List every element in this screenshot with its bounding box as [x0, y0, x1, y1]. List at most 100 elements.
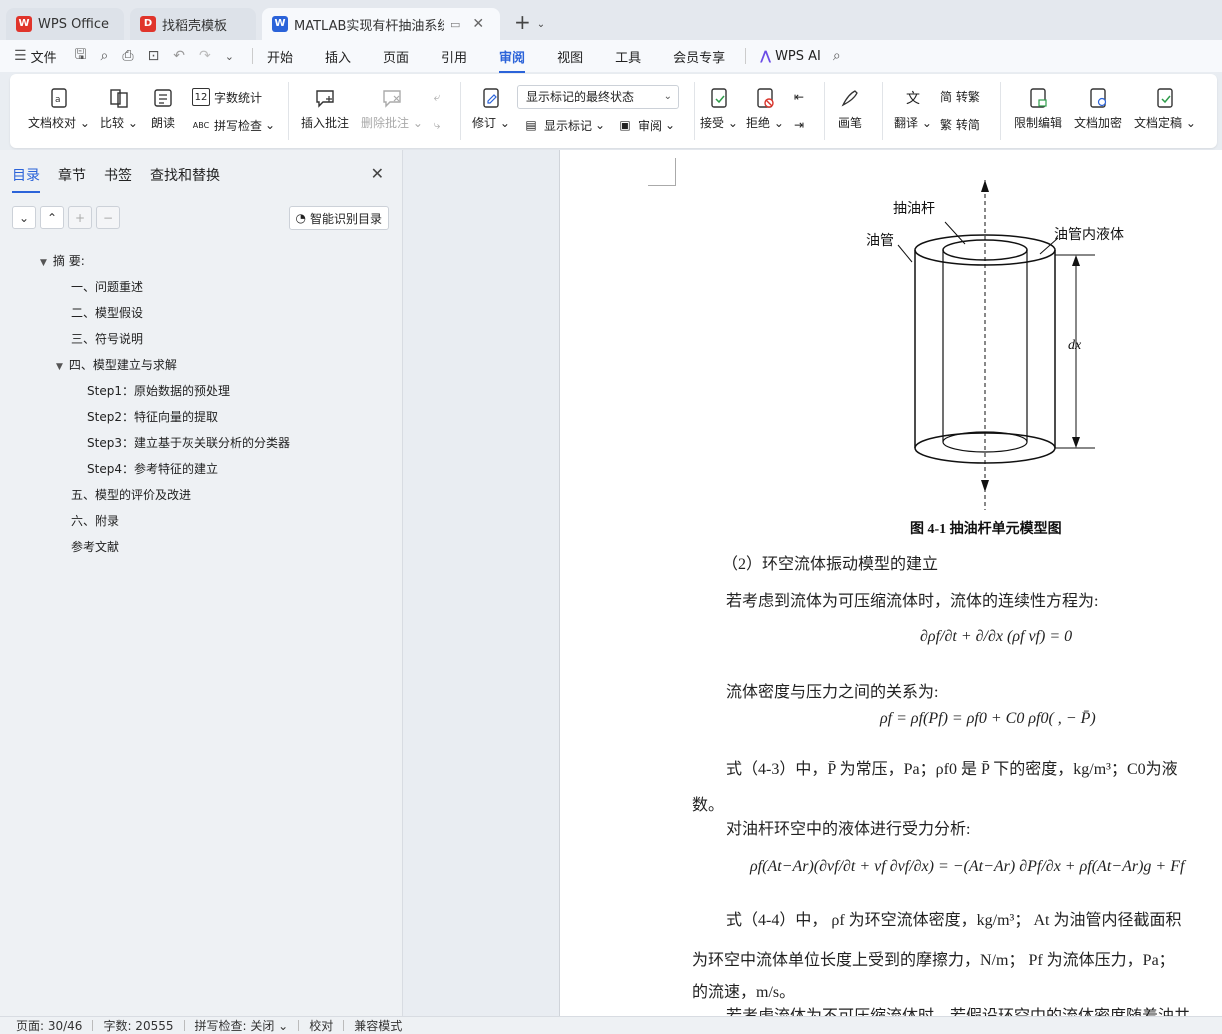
tab-bookmarks[interactable]: 书签: [104, 165, 132, 185]
encrypt-button[interactable]: 文档加密: [1074, 86, 1122, 131]
chevron-down-icon[interactable]: ⌄: [225, 50, 234, 63]
divider: [343, 1020, 345, 1031]
toc-label: Step4：参考特征的建立: [87, 462, 218, 476]
track-label: 修订: [472, 116, 497, 130]
label-liquid: 油管内液体: [1054, 228, 1124, 243]
next-change-button[interactable]: ⇥: [790, 116, 812, 134]
menu-home[interactable]: 开始: [267, 47, 293, 66]
menu-tools[interactable]: 工具: [615, 47, 641, 66]
accept-label: 接受: [700, 116, 725, 130]
restrict-edit-button[interactable]: 限制编辑: [1014, 86, 1062, 131]
accept-button[interactable]: 接受 ⌄: [700, 86, 738, 131]
add-level-icon[interactable]: +: [68, 206, 92, 229]
delete-comment-button[interactable]: 删除批注 ⌄: [361, 86, 423, 131]
close-icon[interactable]: ✕: [472, 16, 484, 32]
toc-item[interactable]: Step4：参考特征的建立: [87, 460, 218, 477]
menu-file[interactable]: 文件: [31, 47, 57, 66]
divider: [251, 48, 253, 64]
toc-item[interactable]: ▼ 摘 要:: [40, 252, 85, 269]
search-icon[interactable]: ⌕: [833, 48, 841, 64]
page-indicator[interactable]: 页面: 30/46: [16, 1017, 82, 1034]
paragraph: 的流速，m/s。: [692, 984, 796, 1001]
track-changes-button[interactable]: 修订 ⌄: [472, 86, 510, 131]
menu-page[interactable]: 页面: [383, 47, 409, 66]
spell-status-label: 拼写检查: 关闭: [194, 1019, 275, 1033]
tab-document[interactable]: W MATLAB实现有杆抽油系统的 ▭ ✕: [262, 8, 500, 40]
spell-check-icon: ABC: [192, 120, 210, 130]
reject-button[interactable]: 拒绝 ⌄: [746, 86, 784, 131]
paragraph: 若考虑流体为不可压缩流体时，若假设环空中的流体密度随着油井: [726, 1002, 1190, 1016]
proofread-label: 文档校对: [28, 116, 77, 130]
smart-toc-button[interactable]: ◔ 智能识别目录: [288, 206, 389, 230]
toc-item[interactable]: Step1：原始数据的预处理: [87, 382, 230, 399]
caret-down-icon[interactable]: ▼: [40, 258, 47, 268]
translate-button[interactable]: 文 翻译 ⌄: [894, 86, 932, 131]
read-aloud-button[interactable]: 朗读: [151, 86, 175, 131]
compare-button[interactable]: 比较 ⌄: [100, 86, 138, 131]
label-dx: dx: [1068, 338, 1082, 353]
toc-item[interactable]: 五、模型的评价及改进: [71, 486, 191, 503]
menu-references[interactable]: 引用: [441, 47, 467, 66]
tab-docer[interactable]: D 找稻壳模板: [130, 8, 256, 40]
spell-check-button[interactable]: ABC 拼写检查 ⌄: [192, 116, 275, 134]
toc-item[interactable]: 一、问题重述: [71, 278, 143, 295]
next-comment-button[interactable]: ⤷: [428, 116, 450, 134]
menu-insert[interactable]: 插入: [325, 47, 351, 66]
accept-icon: [707, 86, 731, 110]
prev-comment-button[interactable]: ⤶: [428, 88, 450, 106]
status-bar: 页面: 30/46 字数: 20555 拼写检查: 关闭 ⌄ 校对 兼容模式: [0, 1016, 1222, 1034]
toc-item[interactable]: Step2：特征向量的提取: [87, 408, 218, 425]
to-traditional-button[interactable]: 简 转繁: [940, 88, 980, 105]
menu-review[interactable]: 审阅: [499, 47, 526, 73]
toc-label: 四、模型建立与求解: [68, 358, 177, 372]
tab-toc[interactable]: 目录: [12, 165, 40, 193]
collapse-up-icon[interactable]: ⌃: [40, 206, 64, 229]
to-simplified-button[interactable]: 繁 转简: [940, 116, 980, 133]
toc-item[interactable]: 参考文献: [71, 538, 119, 555]
save-icon[interactable]: 🖫: [75, 44, 87, 68]
close-icon[interactable]: ✕: [371, 164, 384, 183]
document-page[interactable]: 抽油杆 油管 油管内液体 dx 图 4-1 抽油杆单元模型图 （2）环空流体振动…: [559, 150, 1222, 1016]
menu-member[interactable]: 会员专享: [673, 47, 725, 66]
spell-check-status[interactable]: 拼写检查: 关闭 ⌄: [195, 1017, 289, 1034]
document-area[interactable]: 抽油杆 油管 油管内液体 dx 图 4-1 抽油杆单元模型图 （2）环空流体振动…: [404, 150, 1222, 1016]
review-pane-button[interactable]: ▣ 审阅 ⌄: [616, 116, 675, 134]
menu-wps-ai[interactable]: WPS AI: [775, 49, 821, 64]
undo-icon[interactable]: ↶: [173, 48, 185, 64]
toc-item[interactable]: 六、附录: [71, 512, 119, 529]
toc-item[interactable]: ▼ 四、模型建立与求解: [56, 356, 177, 373]
print-preview-icon[interactable]: ⊡: [148, 48, 160, 64]
tab-find-replace[interactable]: 查找和替换: [150, 165, 220, 185]
finalize-button[interactable]: 文档定稿 ⌄: [1134, 86, 1196, 131]
paragraph: 式（4-3）中，P̄ 为常压，Pa；ρf0 是 P̄ 下的密度，kg/m³；C0…: [726, 761, 1178, 778]
prev-change-button[interactable]: ⇤: [790, 88, 812, 106]
insert-comment-button[interactable]: 插入批注: [301, 86, 349, 131]
menu-view[interactable]: 视图: [557, 47, 583, 66]
word-count-icon: 12: [192, 88, 210, 106]
hamburger-icon[interactable]: ☰: [14, 48, 27, 64]
divider: [183, 1020, 185, 1031]
proof-status[interactable]: 校对: [309, 1017, 333, 1034]
word-count-button[interactable]: 12 字数统计: [192, 88, 262, 106]
remove-level-icon[interactable]: −: [96, 206, 120, 229]
tab-wps-office[interactable]: W WPS Office: [6, 8, 124, 40]
markup-state-select[interactable]: 显示标记的最终状态 ⌄: [517, 85, 679, 109]
new-tab-icon[interactable]: +: [514, 10, 531, 34]
toc-label: Step1：原始数据的预处理: [87, 384, 230, 398]
word-count-status[interactable]: 字数: 20555: [103, 1017, 173, 1034]
redo-icon[interactable]: ↷: [199, 48, 211, 64]
divider: [882, 82, 883, 140]
show-markup-button[interactable]: ▤ 显示标记 ⌄: [522, 116, 605, 134]
chevron-down-icon[interactable]: ⌄: [537, 19, 545, 30]
print-icon[interactable]: ⎙: [122, 48, 133, 64]
toc-item[interactable]: 三、符号说明: [71, 330, 143, 347]
ink-button[interactable]: 画笔: [838, 86, 862, 131]
share-icon[interactable]: ⌕: [101, 48, 109, 64]
toc-item[interactable]: Step3：建立基于灰关联分析的分类器: [87, 434, 290, 451]
divider: [460, 82, 461, 140]
proofread-button[interactable]: a 文档校对 ⌄: [28, 86, 90, 131]
caret-down-icon[interactable]: ▼: [56, 362, 63, 372]
toc-item[interactable]: 二、模型假设: [71, 304, 143, 321]
expand-down-icon[interactable]: ⌄: [12, 206, 36, 229]
tab-chapters[interactable]: 章节: [58, 165, 86, 185]
